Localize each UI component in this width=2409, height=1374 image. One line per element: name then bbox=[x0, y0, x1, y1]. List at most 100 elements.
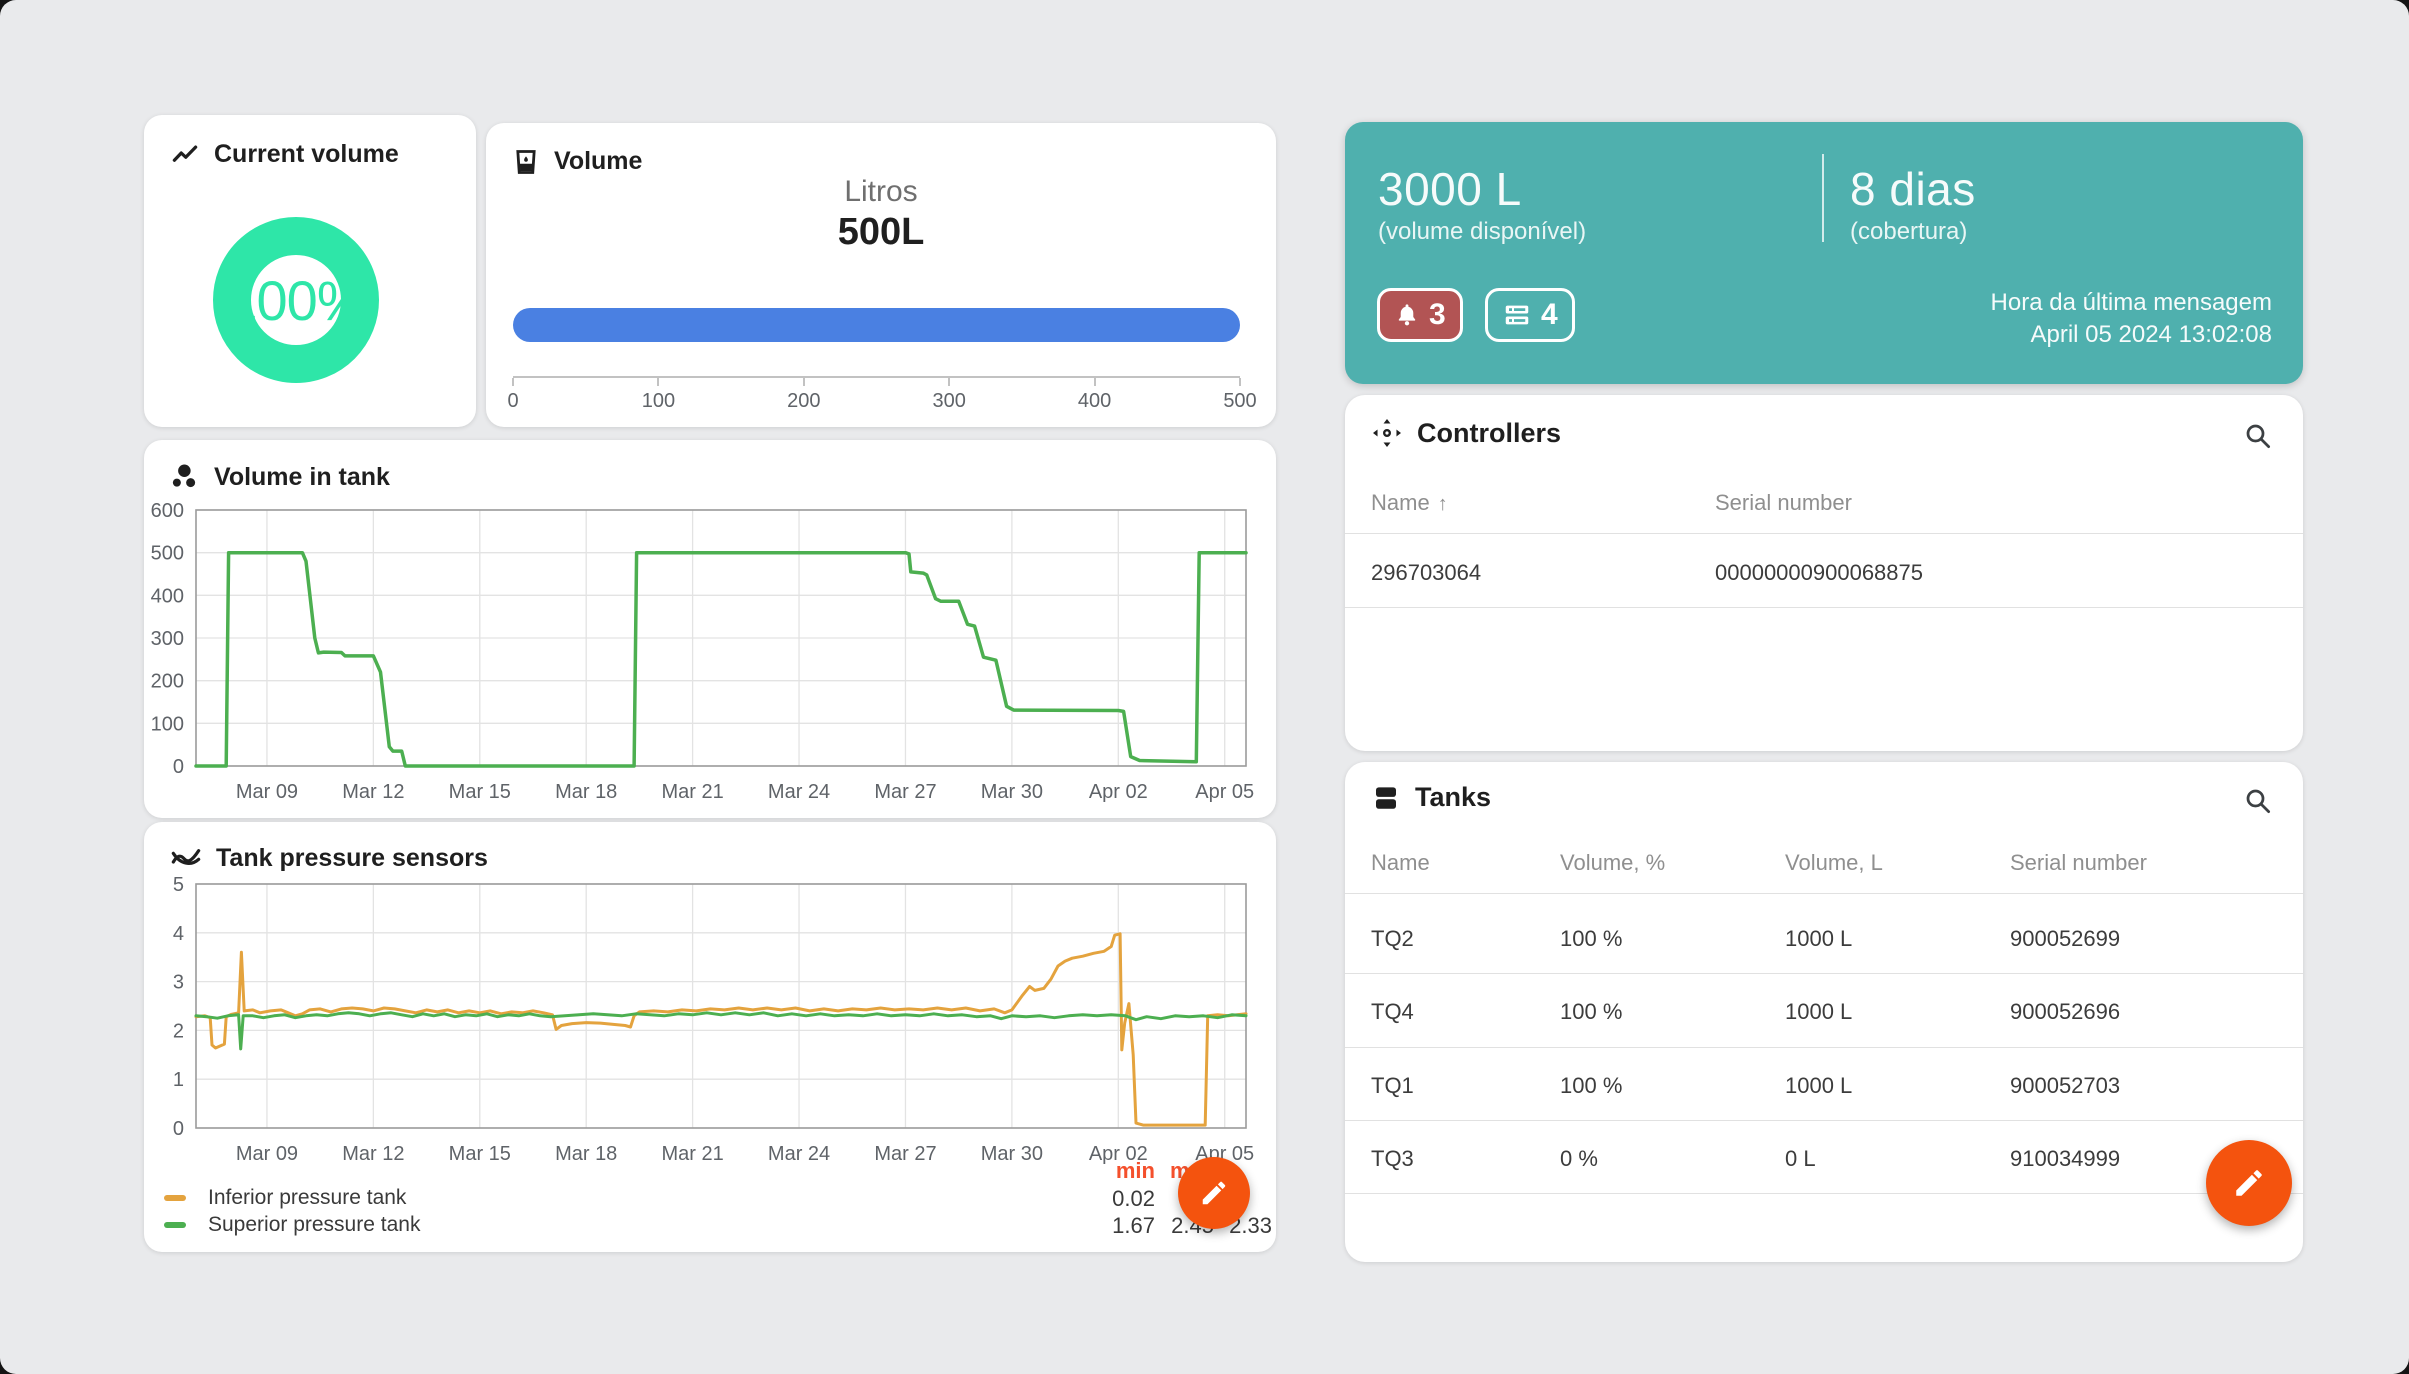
legend-item-inferior: Inferior pressure tank bbox=[164, 1186, 406, 1210]
controllers-col-name[interactable]: Name↑ bbox=[1371, 490, 1448, 516]
volume-unit-label: Litros bbox=[486, 175, 1276, 209]
inferior-legend-label: Inferior pressure tank bbox=[208, 1186, 406, 1209]
volume-card: Volume Litros 500L 0100200300400500 bbox=[486, 123, 1276, 427]
svg-text:200: 200 bbox=[151, 671, 184, 693]
controllers-title: Controllers bbox=[1417, 418, 1561, 449]
svg-text:Mar 12: Mar 12 bbox=[342, 1143, 404, 1165]
inferior-legend-dash bbox=[164, 1195, 186, 1201]
svg-text:0: 0 bbox=[173, 756, 184, 778]
tanks-card: Tanks Name Volume, % Volume, L Serial nu… bbox=[1345, 762, 2303, 1262]
coverage-days-caption: (cobertura) bbox=[1850, 218, 1967, 246]
svg-text:100: 100 bbox=[151, 713, 184, 735]
pressure-title-row: Tank pressure sensors bbox=[170, 842, 488, 874]
last-message-label: Hora da última mensagem bbox=[1991, 287, 2272, 319]
available-volume-value: 3000 L bbox=[1378, 162, 1522, 216]
current-volume-card: Current volume 100% bbox=[144, 115, 476, 427]
pressure-title: Tank pressure sensors bbox=[216, 844, 488, 873]
volume-title: Volume bbox=[554, 147, 642, 176]
superior-legend-label: Superior pressure tank bbox=[208, 1213, 420, 1236]
svg-text:Mar 30: Mar 30 bbox=[981, 781, 1043, 803]
tank-volume-l: 1000 L bbox=[1785, 926, 1852, 952]
volume-in-tank-card: Volume in tank 0100200300400500600Mar 09… bbox=[144, 440, 1276, 818]
coverage-days-value: 8 dias bbox=[1850, 162, 1976, 216]
tank-name: TQ1 bbox=[1371, 1073, 1414, 1099]
search-icon bbox=[2243, 786, 2273, 816]
current-volume-title-row: Current volume bbox=[170, 139, 399, 169]
axis-tick bbox=[948, 378, 950, 386]
superior-legend-dash bbox=[164, 1222, 186, 1228]
tank-serial: 910034999 bbox=[2010, 1146, 2120, 1172]
tanks-icon bbox=[1371, 783, 1401, 813]
axis-tick-label: 200 bbox=[787, 390, 820, 413]
tank-volume-l: 1000 L bbox=[1785, 999, 1852, 1025]
tank-serial: 900052696 bbox=[2010, 999, 2120, 1025]
pencil-icon bbox=[1199, 1178, 1229, 1208]
axis-tick bbox=[512, 378, 514, 386]
bell-icon bbox=[1394, 302, 1420, 328]
svg-text:1: 1 bbox=[173, 1069, 184, 1091]
alerts-badge[interactable]: 3 bbox=[1377, 288, 1463, 342]
search-icon bbox=[2243, 421, 2273, 451]
summary-divider bbox=[1822, 154, 1824, 242]
tank-volume-pct: 100 % bbox=[1560, 999, 1622, 1025]
tanks-col-serial[interactable]: Serial number bbox=[2010, 850, 2147, 876]
svg-text:Mar 09: Mar 09 bbox=[236, 1143, 298, 1165]
svg-text:Mar 15: Mar 15 bbox=[449, 781, 511, 803]
tanks-search-button[interactable] bbox=[2241, 784, 2275, 818]
svg-text:Mar 24: Mar 24 bbox=[768, 1143, 830, 1165]
multiline-chart-icon bbox=[170, 842, 202, 874]
controller-name: 296703064 bbox=[1371, 560, 1481, 586]
volume-donut: 100% bbox=[213, 217, 379, 383]
current-volume-title: Current volume bbox=[214, 140, 399, 169]
volume-in-tank-title: Volume in tank bbox=[214, 463, 390, 492]
axis-tick bbox=[1094, 378, 1096, 386]
tank-volume-l: 0 L bbox=[1785, 1146, 1816, 1172]
axis-tick bbox=[1239, 378, 1241, 386]
controllers-search-button[interactable] bbox=[2241, 419, 2275, 453]
svg-text:Mar 18: Mar 18 bbox=[555, 781, 617, 803]
svg-text:Mar 18: Mar 18 bbox=[555, 1143, 617, 1165]
storage-rows-icon bbox=[1502, 300, 1532, 330]
edit-pressure-fab[interactable] bbox=[1178, 1157, 1250, 1229]
svg-text:Mar 21: Mar 21 bbox=[661, 1143, 723, 1165]
tank-serial: 900052703 bbox=[2010, 1073, 2120, 1099]
tanks-col-volume-l[interactable]: Volume, L bbox=[1785, 850, 1883, 876]
tanks-title: Tanks bbox=[1415, 782, 1491, 813]
axis-tick-label: 100 bbox=[642, 390, 675, 413]
pressure-card: Tank pressure sensors 012345Mar 09Mar 12… bbox=[144, 822, 1276, 1252]
svg-text:4: 4 bbox=[173, 923, 184, 945]
controllers-card: Controllers Name↑ Serial number 29670306… bbox=[1345, 395, 2303, 751]
alerts-count: 3 bbox=[1429, 298, 1446, 332]
stat-inferior-min: 0.02 bbox=[1081, 1186, 1155, 1212]
controllers-title-row: Controllers bbox=[1371, 417, 1561, 449]
volume-in-tank-title-row: Volume in tank bbox=[170, 462, 390, 492]
svg-text:Mar 21: Mar 21 bbox=[661, 781, 723, 803]
axis-tick-label: 0 bbox=[507, 390, 518, 413]
last-message-time: April 05 2024 13:02:08 bbox=[1991, 319, 2272, 351]
svg-text:500: 500 bbox=[151, 543, 184, 565]
sort-asc-icon: ↑ bbox=[1438, 493, 1448, 515]
controllers-icon bbox=[1371, 417, 1403, 449]
tank-volume-pct: 0 % bbox=[1560, 1146, 1598, 1172]
svg-text:5: 5 bbox=[173, 874, 184, 896]
volume-axis: 0100200300400500 bbox=[513, 376, 1240, 406]
tanks-col-name[interactable]: Name bbox=[1371, 850, 1430, 876]
controllers-col-serial[interactable]: Serial number bbox=[1715, 490, 1852, 516]
pencil-icon bbox=[2232, 1166, 2266, 1200]
controller-serial: 00000000900068875 bbox=[1715, 560, 1923, 586]
svg-text:Apr 02: Apr 02 bbox=[1089, 781, 1148, 803]
tank-volume-pct: 100 % bbox=[1560, 1073, 1622, 1099]
devices-badge[interactable]: 4 bbox=[1485, 288, 1575, 342]
pressure-chart: 012345Mar 09Mar 12Mar 15Mar 18Mar 21Mar … bbox=[150, 872, 1270, 1172]
volume-value: 500L bbox=[486, 211, 1276, 254]
glass-icon bbox=[512, 148, 540, 176]
tanks-col-volume-pct[interactable]: Volume, % bbox=[1560, 850, 1665, 876]
edit-tanks-fab[interactable] bbox=[2206, 1140, 2292, 1226]
svg-text:Mar 24: Mar 24 bbox=[768, 781, 830, 803]
svg-text:600: 600 bbox=[151, 500, 184, 522]
tank-name: TQ4 bbox=[1371, 999, 1414, 1025]
tanks-title-row: Tanks bbox=[1371, 782, 1491, 813]
axis-tick bbox=[803, 378, 805, 386]
devices-count: 4 bbox=[1541, 298, 1558, 332]
axis-tick-label: 400 bbox=[1078, 390, 1111, 413]
